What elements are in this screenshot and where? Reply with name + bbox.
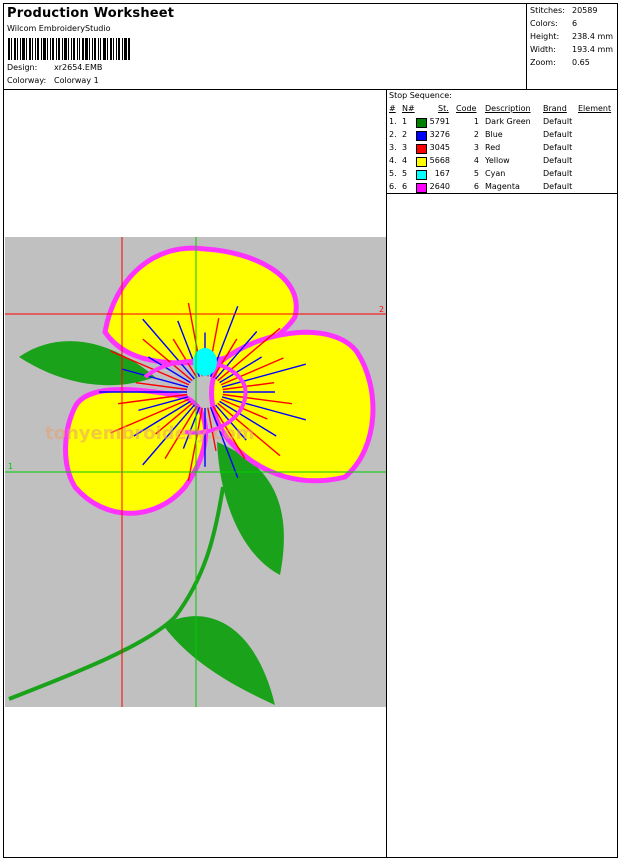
row-brand: Default: [543, 117, 573, 126]
row-num: 5.: [389, 169, 397, 178]
row-num: 6.: [389, 182, 397, 191]
guide-label-2: 2: [379, 305, 384, 314]
col-code: Code: [456, 104, 477, 113]
row-stitches: 167: [434, 169, 450, 178]
row-n: 1: [402, 117, 408, 126]
row-brand: Default: [543, 143, 573, 152]
row-description: Cyan: [485, 169, 506, 178]
row-description: Yellow: [485, 156, 510, 165]
color-swatch: [416, 183, 427, 193]
stop-sequence-row: 5. 5 167 5 Cyan Default: [387, 169, 617, 181]
stop-sequence-row: 2. 2 3276 2 Blue Default: [387, 130, 617, 142]
row-n: 6: [402, 182, 408, 191]
col-n: N#: [402, 104, 415, 113]
row-n: 2: [402, 130, 408, 139]
row-code: 1: [473, 117, 479, 126]
color-swatch: [416, 118, 427, 128]
color-swatch: [416, 131, 427, 141]
row-brand: Default: [543, 130, 573, 139]
col-brand: Brand: [543, 104, 567, 113]
row-description: Blue: [485, 130, 503, 139]
row-description: Dark Green: [485, 117, 531, 126]
stop-sequence-header: # N# St. Code Description Brand Element: [387, 104, 617, 114]
design-preview: 2 1 tonyembroidery.com: [5, 237, 386, 707]
row-num: 4.: [389, 156, 397, 165]
stop-sequence-row: 3. 3 3045 3 Red Default: [387, 143, 617, 155]
colorway-label: Colorway:: [7, 76, 47, 85]
design-value: xr2654.EMB: [54, 63, 103, 72]
guide-label-1: 1: [8, 462, 13, 471]
color-swatch: [416, 144, 427, 154]
row-num: 3.: [389, 143, 397, 152]
product-name: Wilcom EmbroideryStudio: [7, 24, 111, 33]
colorway-value: Colorway 1: [54, 76, 99, 85]
row-stitches: 5668: [429, 156, 450, 165]
row-n: 5: [402, 169, 408, 178]
row-stitches: 3045: [429, 143, 450, 152]
row-stitches: 5791: [429, 117, 450, 126]
row-stitches: 2640: [429, 182, 450, 191]
panel-divider: [386, 89, 387, 857]
row-n: 3: [402, 143, 408, 152]
col-st: St.: [438, 104, 449, 113]
stop-sequence-table: Stop Sequence: # N# St. Code Description…: [387, 89, 617, 194]
row-description: Magenta: [485, 182, 520, 191]
row-stitches: 3276: [429, 130, 450, 139]
watermark: tonyembroidery.com: [45, 423, 254, 444]
row-num: 1.: [389, 117, 397, 126]
color-swatch: [416, 170, 427, 180]
stop-sequence-row: 6. 6 2640 6 Magenta Default: [387, 182, 617, 194]
flower-center: [193, 348, 217, 376]
row-brand: Default: [543, 169, 573, 178]
color-swatch: [416, 157, 427, 167]
worksheet: Production Worksheet Wilcom EmbroiderySt…: [3, 3, 618, 858]
header-info: Production Worksheet Wilcom EmbroiderySt…: [4, 4, 527, 89]
barcode: [8, 38, 130, 60]
row-brand: Default: [543, 156, 573, 165]
design-label: Design:: [7, 63, 38, 72]
row-num: 2.: [389, 130, 397, 139]
row-code: 4: [473, 156, 479, 165]
design-stats: Stitches: 20589 Colors: 6 Height: 238.4 mm …: [530, 6, 614, 67]
stop-sequence-title: Stop Sequence:: [389, 91, 452, 100]
col-element: Element: [578, 104, 612, 113]
page-title: Production Worksheet: [7, 6, 175, 21]
row-code: 5: [473, 169, 479, 178]
row-brand: Default: [543, 182, 573, 191]
row-description: Red: [485, 143, 501, 152]
header: Production Worksheet Wilcom EmbroiderySt…: [4, 4, 617, 90]
row-code: 3: [473, 143, 479, 152]
row-code: 6: [473, 182, 479, 191]
stop-sequence-row: 1. 1 5791 1 Dark Green Default: [387, 117, 617, 129]
col-description: Description: [485, 104, 531, 113]
col-num: #: [389, 104, 396, 113]
stop-sequence-row: 4. 4 5668 4 Yellow Default: [387, 156, 617, 168]
row-n: 4: [402, 156, 408, 165]
row-code: 2: [473, 130, 479, 139]
